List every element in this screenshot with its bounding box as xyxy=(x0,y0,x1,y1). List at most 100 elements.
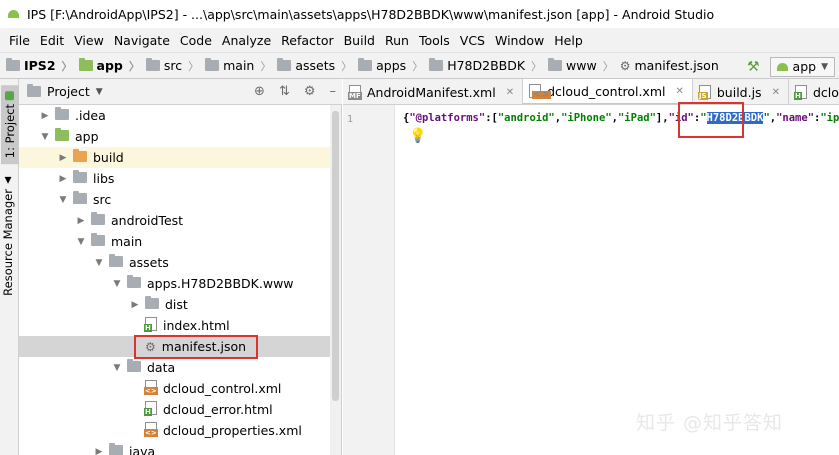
folder-icon xyxy=(127,275,141,291)
breadcrumb-label: apps xyxy=(376,58,407,73)
tree-item[interactable]: ▼ src xyxy=(19,189,331,210)
menu-run[interactable]: Run xyxy=(380,33,414,48)
tree-item[interactable]: ▼ assets xyxy=(19,252,331,273)
folder-icon xyxy=(145,58,160,71)
code-key-name: "name" xyxy=(776,112,815,124)
tree-item-label: .idea xyxy=(75,108,106,123)
tree-item[interactable]: ▶ java xyxy=(19,441,331,455)
tree-item-label: dist xyxy=(165,297,188,312)
tree-item-label: libs xyxy=(93,171,115,186)
menu-tools[interactable]: Tools xyxy=(414,33,455,48)
chevron-right-icon[interactable]: ▶ xyxy=(93,447,105,455)
highlight-box-app-id xyxy=(678,102,744,138)
file-type-icon: H xyxy=(793,85,807,100)
android-studio-icon xyxy=(8,7,19,21)
json-file-icon: ⚙ xyxy=(619,58,631,73)
project-tool-tab[interactable]: 1: Project xyxy=(1,85,19,165)
tree-item[interactable]: ▼ app xyxy=(19,126,331,147)
settings-gear-icon[interactable]: ⚙ xyxy=(304,84,316,99)
tree-item[interactable]: ▶ androidTest xyxy=(19,210,331,231)
menu-build[interactable]: Build xyxy=(339,33,380,48)
project-view-dropdown[interactable]: Project ▼ xyxy=(47,84,103,99)
tree-item[interactable]: ▼ data xyxy=(19,357,331,378)
tree-item[interactable]: ▶ .idea xyxy=(19,105,331,126)
close-tab-icon[interactable]: ✕ xyxy=(506,87,514,98)
code-editor[interactable]: {"@platforms":["android","iPhone","iPad"… xyxy=(395,105,839,455)
breadcrumb-item[interactable]: apps 〉 xyxy=(358,58,425,74)
tree-item-label: index.html xyxy=(163,318,230,333)
breadcrumb-separator-icon: 〉 xyxy=(128,59,140,73)
tree-item[interactable]: <> dcloud_control.xml xyxy=(19,378,331,399)
breadcrumb-item[interactable]: src 〉 xyxy=(145,58,201,74)
hide-panel-icon[interactable]: – xyxy=(330,84,337,99)
breadcrumb-item[interactable]: IPS2 〉 xyxy=(6,58,75,74)
breadcrumb-separator-icon: 〉 xyxy=(341,59,353,73)
breadcrumb-separator-icon: 〉 xyxy=(531,59,543,73)
editor-tab[interactable]: <> dcloud_control.xml ✕ xyxy=(523,79,693,104)
breadcrumb-label: www xyxy=(566,58,597,73)
tree-item[interactable]: Hdcloud_error.html xyxy=(19,399,331,420)
tree-item[interactable]: <> dcloud_properties.xml xyxy=(19,420,331,441)
editor-tab[interactable]: MF AndroidManifest.xml ✕ xyxy=(343,79,524,104)
tree-item[interactable]: ▼ main xyxy=(19,231,331,252)
scrollbar-thumb[interactable] xyxy=(332,111,339,401)
menu-view[interactable]: View xyxy=(69,33,109,48)
intention-lightbulb-icon[interactable]: 💡 xyxy=(409,128,426,144)
code-string: "ips" xyxy=(820,112,839,124)
chevron-right-icon[interactable]: ▶ xyxy=(57,153,69,163)
android-icon xyxy=(776,62,788,71)
breadcrumb-item[interactable]: www 〉 xyxy=(548,58,616,74)
folder-icon xyxy=(109,443,123,455)
breadcrumb-item[interactable]: H78D2BBDK 〉 xyxy=(429,58,544,74)
breadcrumb-item[interactable]: assets 〉 xyxy=(277,58,354,74)
menu-code[interactable]: Code xyxy=(175,33,217,48)
breadcrumb-label: manifest.json xyxy=(634,58,719,73)
tree-item-label: app xyxy=(75,129,99,144)
tree-item-label: assets xyxy=(129,255,169,270)
resource-manager-tab[interactable]: Resource Manager ▲ xyxy=(1,175,15,296)
menu-window[interactable]: Window xyxy=(490,33,549,48)
breadcrumb-item[interactable]: app 〉 xyxy=(78,58,142,74)
project-tool-icon xyxy=(5,91,15,100)
chevron-down-icon: ▼ xyxy=(95,86,103,97)
chevron-down-icon[interactable]: ▼ xyxy=(39,132,51,142)
file-type-badge: MF xyxy=(348,92,362,100)
chevron-down-icon[interactable]: ▼ xyxy=(111,279,123,289)
tree-item[interactable]: ▶ libs xyxy=(19,168,331,189)
collapse-all-icon[interactable]: ⇅ xyxy=(279,84,290,99)
locate-target-icon[interactable]: ⊕ xyxy=(254,84,265,99)
menu-refactor[interactable]: Refactor xyxy=(276,33,338,48)
code-line-1: {"@platforms":["android","iPhone","iPad"… xyxy=(403,112,839,124)
chevron-down-icon[interactable]: ▼ xyxy=(75,237,87,247)
menu-vcs[interactable]: VCS xyxy=(455,33,490,48)
breadcrumb-item[interactable]: main 〉 xyxy=(205,58,273,74)
menu-help[interactable]: Help xyxy=(549,33,588,48)
close-tab-icon[interactable]: ✕ xyxy=(675,86,683,97)
tree-item-label: main xyxy=(111,234,143,249)
chevron-down-icon[interactable]: ▼ xyxy=(111,363,123,373)
chevron-right-icon[interactable]: ▶ xyxy=(75,216,87,226)
make-project-hammer-icon[interactable]: ⚒ xyxy=(747,59,760,75)
editor-tab[interactable]: Hdcloud_er xyxy=(789,79,839,104)
menu-edit[interactable]: Edit xyxy=(35,33,69,48)
chevron-right-icon[interactable]: ▶ xyxy=(57,174,69,184)
chevron-right-icon[interactable]: ▶ xyxy=(39,111,51,121)
close-tab-icon[interactable]: ✕ xyxy=(772,87,780,98)
project-tree-scrollbar[interactable] xyxy=(330,105,341,455)
menu-analyze[interactable]: Analyze xyxy=(217,33,276,48)
chevron-down-icon[interactable]: ▼ xyxy=(57,195,69,205)
folder-icon xyxy=(73,149,87,165)
tree-item[interactable]: Hindex.html xyxy=(19,315,331,336)
run-config-selector[interactable]: app ▼ xyxy=(769,56,835,77)
line-number: 1 xyxy=(347,114,354,125)
menu-navigate[interactable]: Navigate xyxy=(109,33,175,48)
tree-item-label: dcloud_control.xml xyxy=(163,381,282,396)
chevron-down-icon[interactable]: ▼ xyxy=(93,258,105,268)
tree-item[interactable]: ▼ apps.H78D2BBDK.www xyxy=(19,273,331,294)
tree-item[interactable]: ▶ build xyxy=(19,147,331,168)
chevron-right-icon[interactable]: ▶ xyxy=(129,300,141,310)
tree-item[interactable]: ▶ dist xyxy=(19,294,331,315)
breadcrumb-item[interactable]: ⚙ manifest.json xyxy=(620,58,719,73)
menu-file[interactable]: File xyxy=(4,33,35,48)
project-view-icon xyxy=(27,84,41,97)
